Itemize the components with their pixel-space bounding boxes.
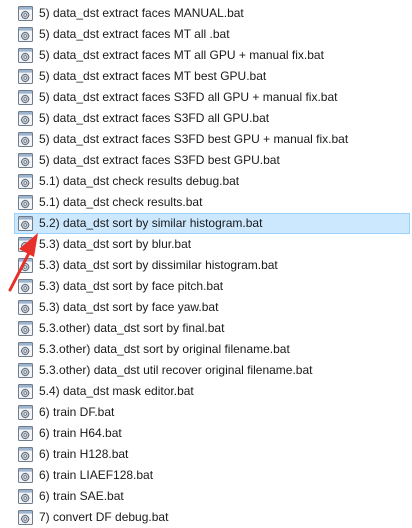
batch-file-gear-icon — [18, 111, 33, 126]
batch-file-gear-icon — [18, 6, 33, 21]
file-name: 5) data_dst extract faces S3FD best GPU.… — [39, 153, 280, 167]
file-name: 5) data_dst extract faces S3FD all GPU.b… — [39, 111, 270, 125]
batch-file-gear-icon — [18, 426, 33, 441]
file-name: 6) train LIAEF128.bat — [39, 468, 154, 482]
file-name: 5.3) data_dst sort by blur.bat — [39, 237, 192, 251]
file-name: 5.2) data_dst sort by similar histogram.… — [39, 216, 263, 230]
batch-file-gear-icon — [18, 405, 33, 420]
file-item[interactable]: 5.3.other) data_dst sort by original fil… — [14, 339, 410, 360]
file-item[interactable]: 5) data_dst extract faces MT best GPU.ba… — [14, 66, 410, 87]
file-name: 5.3.other) data_dst sort by original fil… — [39, 342, 290, 356]
batch-file-gear-icon — [18, 342, 33, 357]
file-name: 5) data_dst extract faces MANUAL.bat — [39, 6, 244, 20]
file-name: 5.3.other) data_dst util recover origina… — [39, 363, 313, 377]
file-item[interactable]: 5) data_dst extract faces S3FD best GPU.… — [14, 150, 410, 171]
batch-file-gear-icon — [18, 279, 33, 294]
batch-file-gear-icon — [18, 489, 33, 504]
batch-file-gear-icon — [18, 510, 33, 525]
file-name: 5) data_dst extract faces MT all .bat — [39, 27, 230, 41]
batch-file-gear-icon — [18, 69, 33, 84]
file-name: 5) data_dst extract faces S3FD all GPU +… — [39, 90, 338, 104]
file-name: 5.4) data_dst mask editor.bat — [39, 384, 194, 398]
file-item[interactable]: 5) data_dst extract faces S3FD best GPU … — [14, 129, 410, 150]
file-name: 5.1) data_dst check results.bat — [39, 195, 203, 209]
file-name: 5.3.other) data_dst sort by final.bat — [39, 321, 225, 335]
file-name: 5.3) data_dst sort by dissimilar histogr… — [39, 258, 278, 272]
file-name: 5) data_dst extract faces S3FD best GPU … — [39, 132, 349, 146]
file-item[interactable]: 5.3) data_dst sort by blur.bat — [14, 234, 410, 255]
file-item[interactable]: 5.3) data_dst sort by face yaw.bat — [14, 297, 410, 318]
batch-file-gear-icon — [18, 27, 33, 42]
batch-file-gear-icon — [18, 195, 33, 210]
file-item[interactable]: 5.3) data_dst sort by face pitch.bat — [14, 276, 410, 297]
batch-file-gear-icon — [18, 468, 33, 483]
file-item[interactable]: 6) train H128.bat — [14, 444, 410, 465]
file-item[interactable]: 5.3) data_dst sort by dissimilar histogr… — [14, 255, 410, 276]
batch-file-gear-icon — [18, 258, 33, 273]
file-name: 7) convert DF debug.bat — [39, 510, 169, 524]
file-item[interactable]: 5.2) data_dst sort by similar histogram.… — [14, 213, 410, 234]
file-name: 5) data_dst extract faces MT all GPU + m… — [39, 48, 324, 62]
file-item[interactable]: 5.1) data_dst check results.bat — [14, 192, 410, 213]
file-item[interactable]: 5) data_dst extract faces S3FD all GPU.b… — [14, 108, 410, 129]
file-item[interactable]: 5) data_dst extract faces MT all .bat — [14, 24, 410, 45]
file-name: 5.1) data_dst check results debug.bat — [39, 174, 240, 188]
file-item[interactable]: 5.4) data_dst mask editor.bat — [14, 381, 410, 402]
file-name: 5.3) data_dst sort by face yaw.bat — [39, 300, 219, 314]
batch-file-gear-icon — [18, 174, 33, 189]
batch-file-gear-icon — [18, 48, 33, 63]
file-name: 6) train DF.bat — [39, 405, 115, 419]
file-name: 6) train SAE.bat — [39, 489, 124, 503]
file-name: 5) data_dst extract faces MT best GPU.ba… — [39, 69, 267, 83]
batch-file-gear-icon — [18, 90, 33, 105]
file-item[interactable]: 5.3.other) data_dst sort by final.bat — [14, 318, 410, 339]
file-list: 5) data_dst extract faces MANUAL.bat 5) d… — [0, 0, 412, 526]
file-name: 6) train H128.bat — [39, 447, 129, 461]
batch-file-gear-icon — [18, 447, 33, 462]
batch-file-gear-icon — [18, 237, 33, 252]
batch-file-gear-icon — [18, 216, 33, 231]
file-name: 5.3) data_dst sort by face pitch.bat — [39, 279, 224, 293]
file-name: 6) train H64.bat — [39, 426, 122, 440]
batch-file-gear-icon — [18, 363, 33, 378]
file-item[interactable]: 7) convert DF debug.bat — [14, 507, 410, 528]
batch-file-gear-icon — [18, 132, 33, 147]
file-item[interactable]: 6) train SAE.bat — [14, 486, 410, 507]
batch-file-gear-icon — [18, 300, 33, 315]
file-item[interactable]: 5.1) data_dst check results debug.bat — [14, 171, 410, 192]
batch-file-gear-icon — [18, 153, 33, 168]
batch-file-gear-icon — [18, 321, 33, 336]
file-item[interactable]: 6) train LIAEF128.bat — [14, 465, 410, 486]
file-item[interactable]: 5) data_dst extract faces MT all GPU + m… — [14, 45, 410, 66]
file-item[interactable]: 5) data_dst extract faces S3FD all GPU +… — [14, 87, 410, 108]
file-item[interactable]: 5.3.other) data_dst util recover origina… — [14, 360, 410, 381]
file-item[interactable]: 5) data_dst extract faces MANUAL.bat — [14, 3, 410, 24]
file-item[interactable]: 6) train DF.bat — [14, 402, 410, 423]
file-item[interactable]: 6) train H64.bat — [14, 423, 410, 444]
batch-file-gear-icon — [18, 384, 33, 399]
